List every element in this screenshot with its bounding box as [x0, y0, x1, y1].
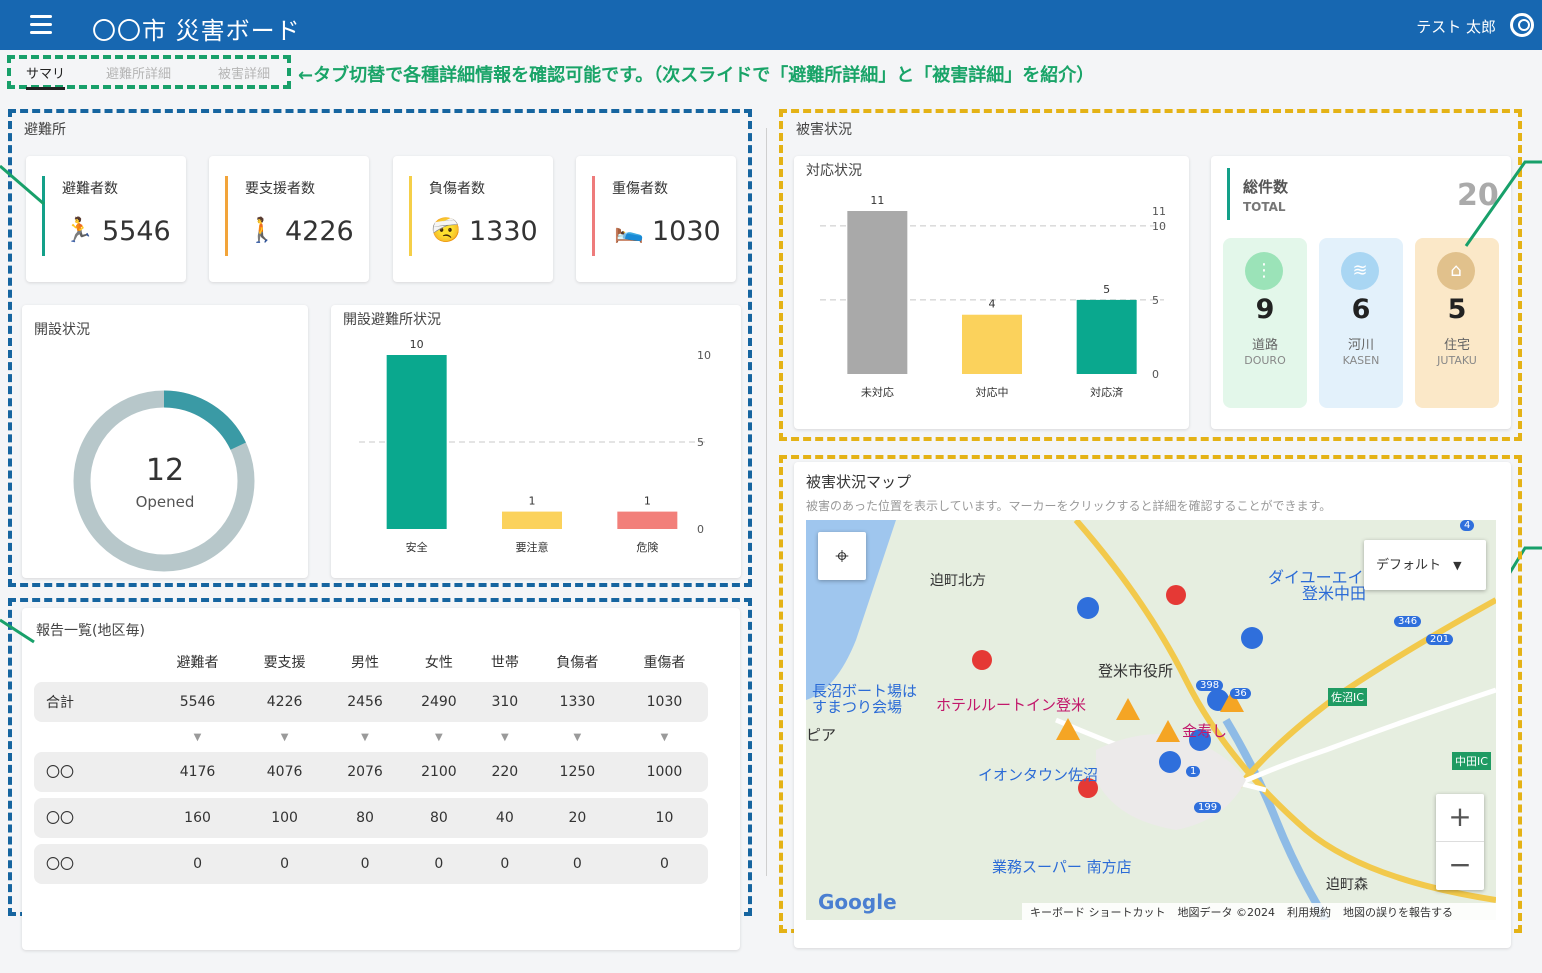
- map-title: 被害状況マップ: [806, 473, 912, 491]
- zoom-control: + −: [1436, 794, 1484, 890]
- zoom-in-button[interactable]: +: [1436, 794, 1484, 842]
- report-error-link[interactable]: 地図の誤りを報告する: [1343, 904, 1453, 920]
- road-number: 1: [1186, 766, 1201, 777]
- road-number: 4: [1460, 520, 1475, 531]
- map-place-label: 中田IC: [1452, 752, 1491, 770]
- road-number: 201: [1426, 634, 1454, 645]
- map-place-label: 登米中田: [1302, 584, 1367, 603]
- map-data-credit: 地図データ ©2024: [1177, 905, 1276, 919]
- map-place-label: イオンタウン佐沼: [978, 766, 1099, 784]
- map-place-label: すまつり会場: [812, 698, 903, 716]
- road-number: 346: [1394, 616, 1422, 627]
- map-place-label: ホテルルートイン登米: [936, 696, 1087, 714]
- chevron-down-icon: ▼: [1453, 559, 1462, 572]
- locate-icon[interactable]: ⌖: [818, 532, 866, 580]
- keyboard-shortcuts-link[interactable]: キーボード ショートカット: [1030, 904, 1166, 920]
- map-place-label: 業務スーパー 南方店: [992, 858, 1132, 876]
- callout-line: [0, 618, 35, 644]
- road-number: 398: [1196, 680, 1224, 691]
- map-type-dropdown[interactable]: デフォルト ▼: [1364, 540, 1486, 590]
- map-place-label: 迫町北方: [930, 573, 986, 589]
- zoom-out-button[interactable]: −: [1436, 842, 1484, 890]
- map-place-label: 金寿し: [1182, 722, 1228, 740]
- map-place-label: 佐沼IC: [1328, 688, 1367, 706]
- urban-area: [1096, 734, 1246, 830]
- map-place-label: ピア: [806, 726, 837, 744]
- callout-line: [1464, 160, 1542, 247]
- road-number: 199: [1194, 802, 1222, 813]
- map-description: 被害のあった位置を表示しています。マーカーをクリックすると詳細を確認することがで…: [806, 499, 1332, 513]
- map-place-label: 登米市役所: [1098, 662, 1174, 680]
- road-number: 36: [1230, 688, 1251, 699]
- map-type-value: デフォルト: [1376, 558, 1442, 573]
- map-place-label: 迫町森: [1326, 877, 1368, 893]
- map-footer: キーボード ショートカット 地図データ ©2024 利用規約 地図の誤りを報告す…: [1022, 903, 1496, 920]
- terms-link[interactable]: 利用規約: [1287, 904, 1331, 920]
- damage-map[interactable]: 迫町北方 ダイユーエイト 登米中田 登米市役所 長沼ボート場は すまつり会場 ホ…: [806, 520, 1496, 920]
- google-logo: Google: [818, 890, 897, 914]
- callout-line: [0, 164, 45, 206]
